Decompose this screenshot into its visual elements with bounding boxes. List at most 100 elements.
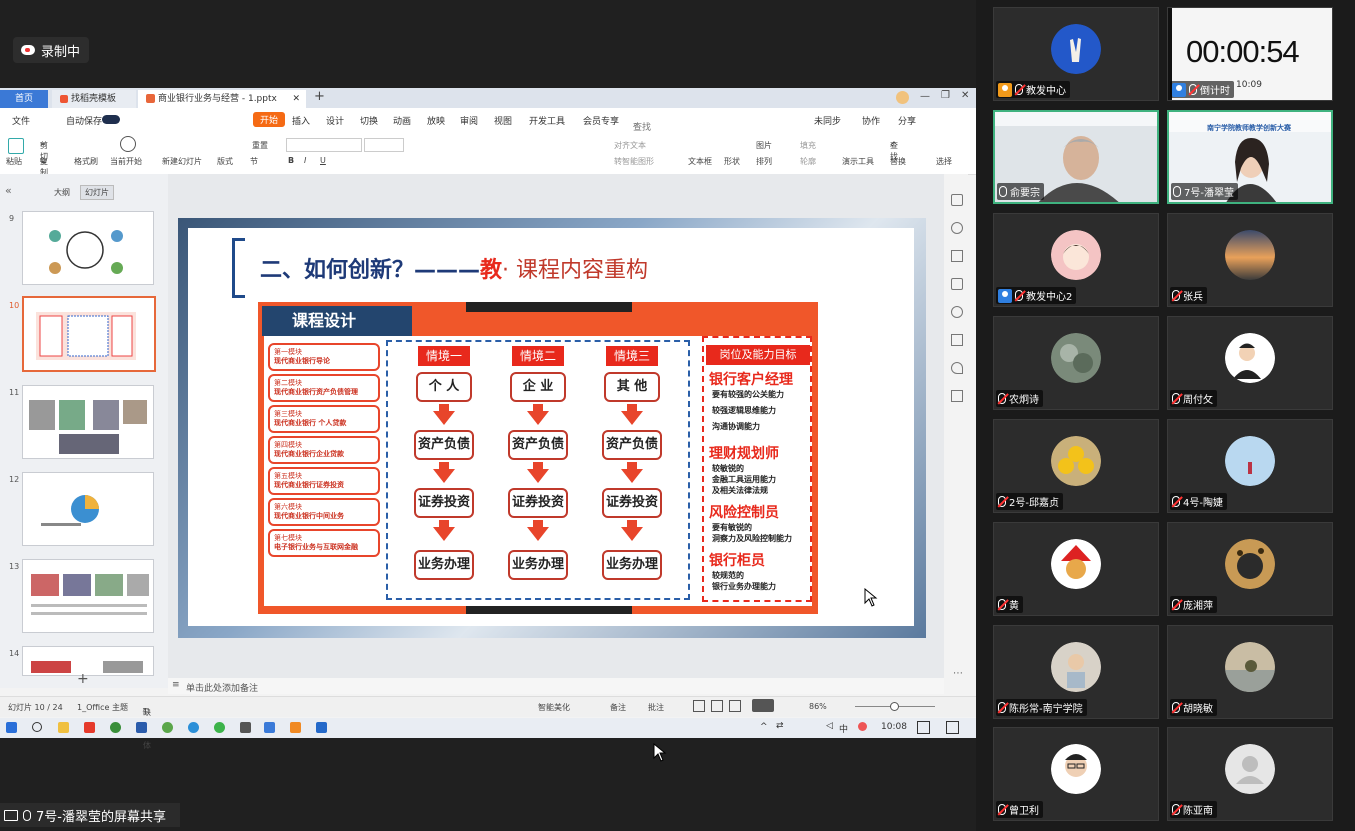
location-icon[interactable]	[951, 362, 963, 374]
menu-insert[interactable]: 插入	[292, 114, 310, 127]
animation-icon[interactable]	[951, 222, 963, 234]
menu-autosave[interactable]: 自动保存	[66, 114, 102, 127]
fill-button[interactable]: 填充	[800, 140, 816, 151]
autosave-toggle[interactable]	[102, 115, 120, 124]
presentation-tools-button[interactable]: 演示工具	[842, 156, 874, 167]
pin-icon[interactable]	[951, 278, 963, 290]
participant-tile[interactable]: 教发中心2	[993, 213, 1159, 307]
windows-start-icon[interactable]	[6, 722, 17, 733]
wechat-work-icon[interactable]	[162, 722, 173, 733]
app-icon[interactable]	[316, 722, 327, 733]
layers-icon[interactable]	[951, 250, 963, 262]
menu-member[interactable]: 会员专享	[583, 114, 619, 127]
slide-thumbnail[interactable]	[22, 385, 154, 459]
tray-chevron-icon[interactable]: ^	[760, 722, 768, 732]
tab-templates[interactable]: 找稻壳模板	[52, 90, 136, 108]
menu-developer[interactable]: 开发工具	[529, 114, 565, 127]
arrange-button[interactable]: 排列	[756, 156, 772, 167]
slide-counter[interactable]: 幻灯片 10 / 24	[8, 702, 63, 713]
volume-icon[interactable]: ◁	[826, 721, 833, 731]
chrome-icon[interactable]	[110, 722, 121, 733]
replace-button[interactable]: 替换	[890, 156, 906, 167]
participant-tile[interactable]: 庞湘萍	[1167, 522, 1333, 616]
underline-icon[interactable]: U	[320, 156, 326, 165]
screen-share-label[interactable]: 7号-潘翠莹的屏幕共享	[0, 803, 180, 827]
participant-tile[interactable]: 4号-陶婕	[1167, 419, 1333, 513]
restore-icon[interactable]: ❐	[941, 90, 950, 101]
close-tab-icon[interactable]: ✕	[292, 90, 300, 108]
menu-home[interactable]: 开始	[253, 112, 286, 127]
participant-tile[interactable]: 2号-邱嘉贞	[993, 419, 1159, 513]
grid-view-icon[interactable]	[711, 700, 723, 712]
participant-tile[interactable]: 周付攵	[1167, 316, 1333, 410]
menu-animation[interactable]: 动画	[393, 114, 411, 127]
theme-name[interactable]: 1_Office 主题	[77, 702, 128, 713]
edge-icon[interactable]	[188, 722, 199, 733]
meeting-icon[interactable]	[264, 722, 275, 733]
shape-button[interactable]: 形状	[724, 156, 740, 167]
search-icon[interactable]	[32, 722, 42, 732]
slide-thumbnail[interactable]	[22, 211, 154, 285]
bold-icon[interactable]: B	[288, 156, 294, 165]
ime-indicator[interactable]: 中	[839, 722, 848, 735]
action-center-icon[interactable]	[946, 721, 959, 734]
align-text-button[interactable]: 对齐文本	[614, 140, 646, 151]
camera-icon[interactable]	[240, 722, 251, 733]
slide-thumbnail[interactable]	[22, 559, 154, 633]
book-icon[interactable]	[951, 390, 963, 402]
wechat-icon[interactable]	[214, 722, 225, 733]
zoom-level[interactable]: 86%	[809, 702, 827, 711]
clock[interactable]: 10:08	[881, 722, 907, 732]
property-icon[interactable]	[951, 194, 963, 206]
backup-icon[interactable]	[951, 334, 963, 346]
slide-thumbnail[interactable]	[22, 472, 154, 546]
section-button[interactable]: 节	[250, 156, 258, 167]
font-size-select[interactable]	[364, 138, 404, 152]
wps-icon[interactable]	[84, 722, 95, 733]
play-current-button[interactable]: 当前开始	[110, 156, 142, 167]
italic-icon[interactable]: I	[304, 156, 306, 165]
smart-graphic-button[interactable]: 转智能图形	[614, 156, 654, 167]
tencent-meeting-icon[interactable]	[290, 722, 301, 733]
participant-tile[interactable]: 胡晓敏	[1167, 625, 1333, 719]
network-switch-icon[interactable]: ⇄	[776, 721, 784, 731]
notes-pane[interactable]: ≡ 单击此处添加备注	[168, 678, 944, 694]
notes-button[interactable]: 备注	[610, 702, 626, 713]
participant-tile[interactable]: 00:00:54 10:09 倒计时	[1167, 7, 1333, 101]
outline-tab[interactable]: 大纲	[54, 187, 70, 198]
participant-tile[interactable]: 张兵	[1167, 213, 1333, 307]
sync-status[interactable]: 未同步	[814, 114, 841, 127]
participant-tile[interactable]: 黄	[993, 522, 1159, 616]
participant-tile[interactable]: 教发中心	[993, 7, 1159, 101]
layout-button[interactable]: 版式	[217, 156, 233, 167]
select-button[interactable]: 选择	[936, 156, 952, 167]
avatar[interactable]	[896, 91, 909, 104]
current-slide[interactable]: 二、如何创新？———教· 课程内容重构 课程设计 第一模块 现代商业银行导论 第二模…	[188, 228, 914, 626]
smart-beautify-button[interactable]: 智能美化	[538, 702, 570, 713]
more-icon[interactable]: ⋯	[953, 668, 963, 679]
textbox-button[interactable]: 文本框	[688, 156, 712, 167]
participant-tile[interactable]: 陈彤常-南宁学院	[993, 625, 1159, 719]
participant-tile[interactable]: 陈亚南	[1167, 727, 1333, 821]
notification-icon[interactable]	[917, 721, 930, 734]
new-tab-icon[interactable]: +	[314, 89, 325, 104]
slides-tab[interactable]: 幻灯片	[80, 185, 114, 200]
new-slide-button[interactable]: 新建幻灯片	[162, 156, 202, 167]
participant-tile[interactable]: 农炯诗	[993, 316, 1159, 410]
add-slide-icon[interactable]: +	[77, 671, 89, 687]
outline-button[interactable]: 轮廓	[800, 156, 816, 167]
slide-thumbnail-selected[interactable]	[22, 296, 156, 372]
menu-file[interactable]: 文件	[12, 114, 30, 127]
participant-tile[interactable]: 南宁学院教师教学创新大赛 7号-潘翠莹	[1167, 110, 1333, 204]
reset-button[interactable]: 重置	[252, 140, 268, 151]
play-slideshow-button[interactable]	[752, 699, 774, 712]
menu-slideshow[interactable]: 放映	[427, 114, 445, 127]
menu-view[interactable]: 视图	[494, 114, 512, 127]
picture-button[interactable]: 图片	[756, 140, 772, 151]
menu-transition[interactable]: 切换	[360, 114, 378, 127]
collapse-panel-icon[interactable]: «	[5, 184, 12, 197]
recording-indicator[interactable]: 录制中	[13, 37, 89, 63]
antivirus-icon[interactable]	[858, 722, 867, 731]
collab-button[interactable]: 协作	[862, 114, 880, 127]
word-icon[interactable]	[136, 722, 147, 733]
